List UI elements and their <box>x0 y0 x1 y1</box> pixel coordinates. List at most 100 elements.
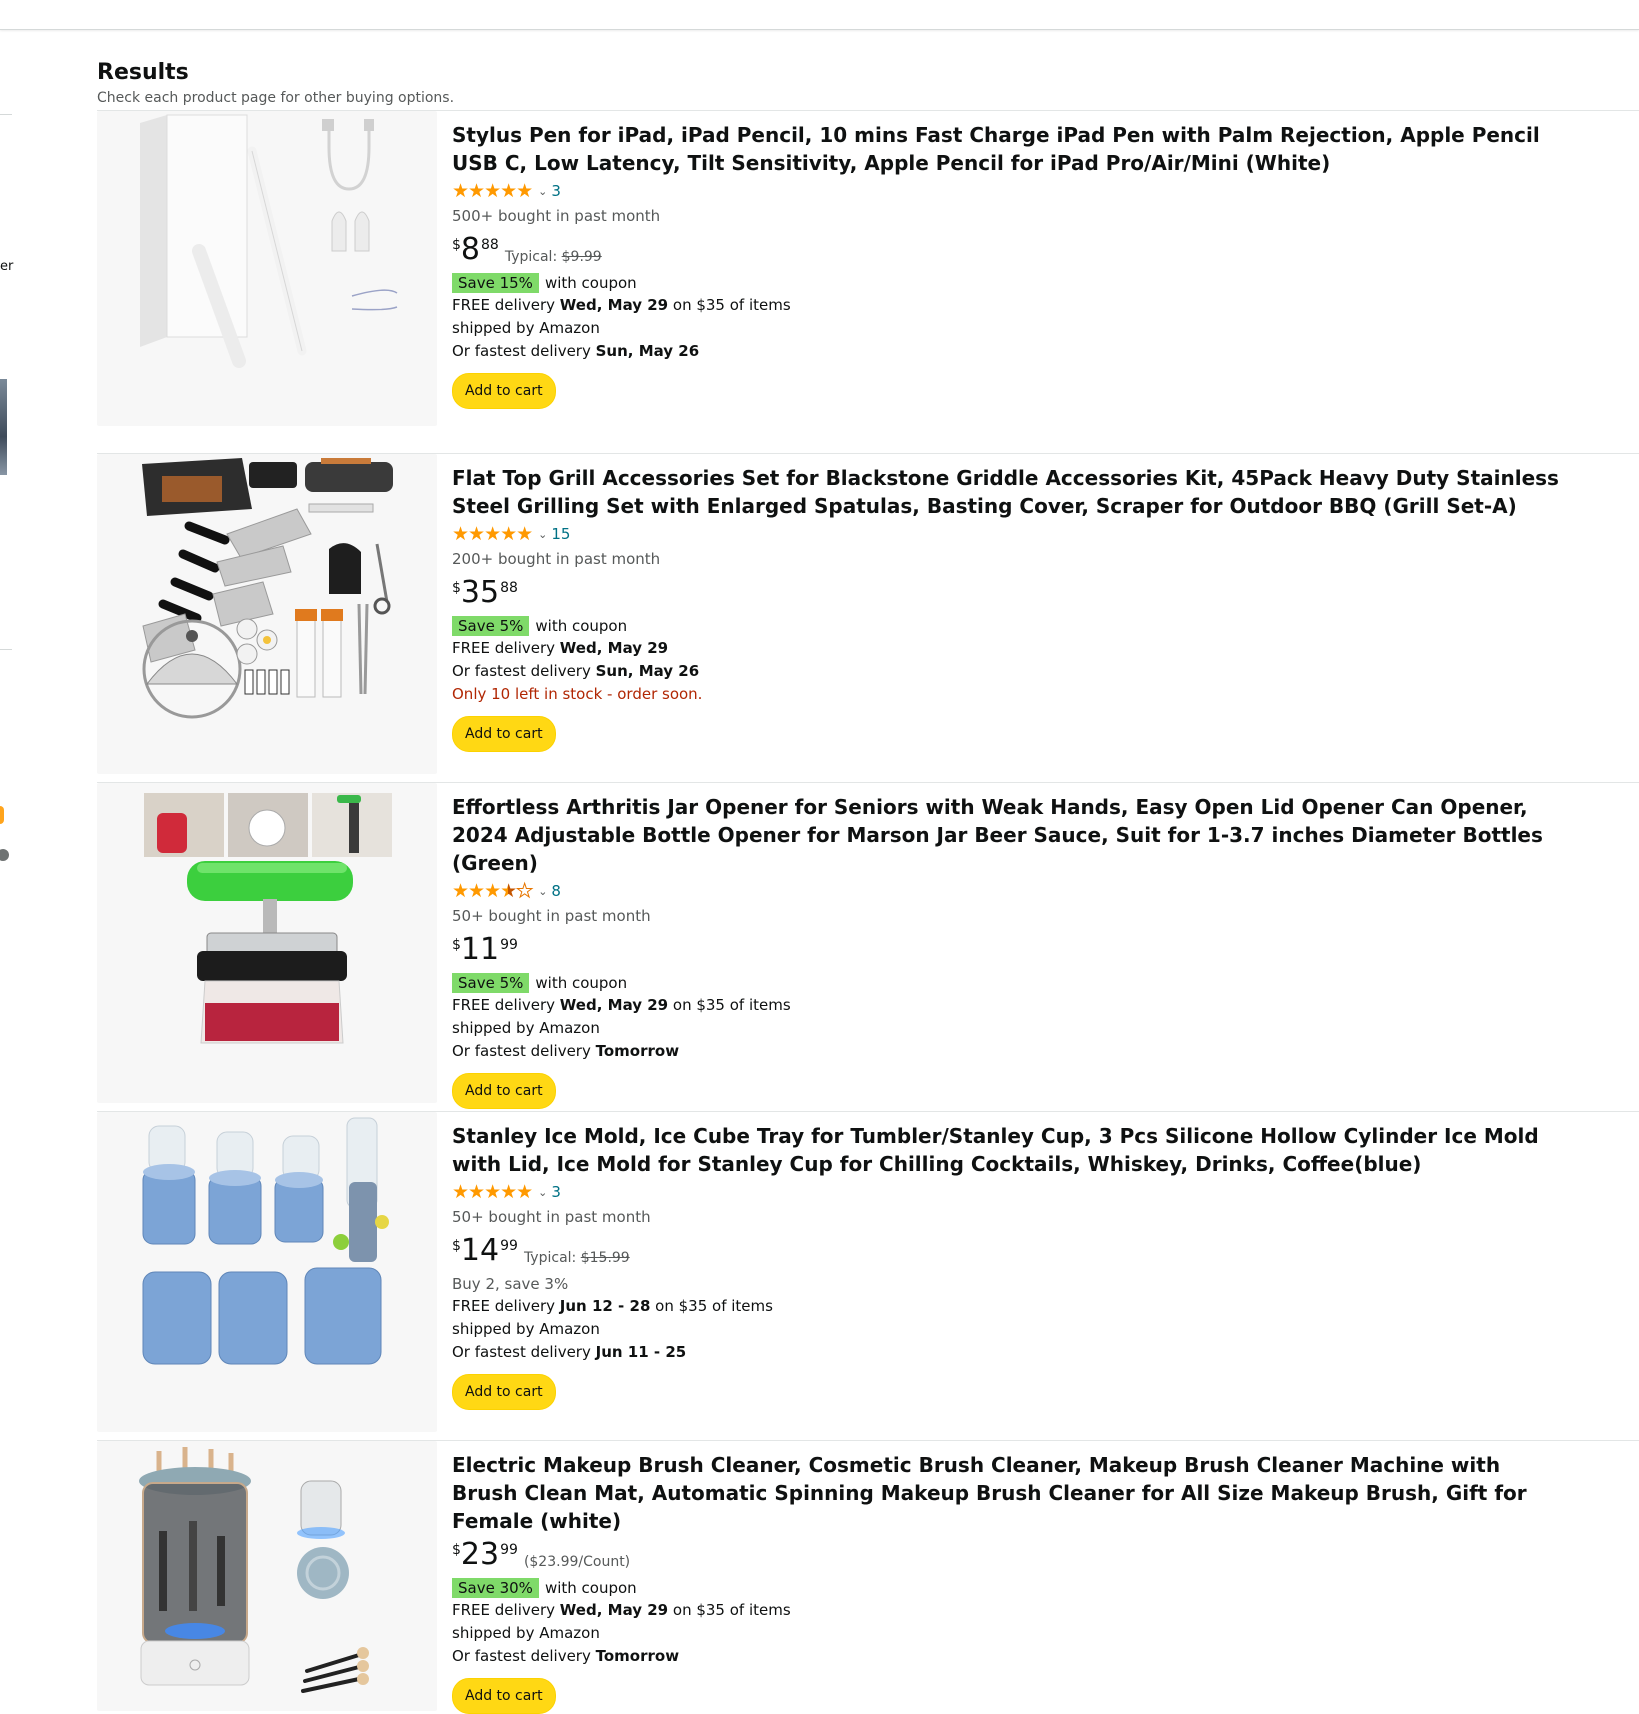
stylus-pen-image <box>140 114 398 368</box>
delivery-suffix: on $35 of items <box>655 1297 773 1315</box>
shipped-by: shipped by Amazon <box>452 1019 600 1037</box>
star-rating-icon[interactable]: ★★★★★ <box>452 881 534 902</box>
typical-price-value: $9.99 <box>561 249 602 265</box>
price[interactable]: $ 14 99 Typical: $15.99 <box>452 1235 1572 1269</box>
product-title[interactable]: Stylus Pen for iPad, iPad Pencil, 10 min… <box>452 121 1572 177</box>
info-icon[interactable] <box>0 849 9 861</box>
results-header: Results Check each product page for othe… <box>97 58 454 106</box>
shipped-by: shipped by Amazon <box>452 319 600 337</box>
product-title[interactable]: Electric Makeup Brush Cleaner, Cosmetic … <box>452 1451 1572 1535</box>
delivery-prefix: FREE delivery <box>452 296 556 314</box>
fastest-prefix: Or fastest delivery <box>452 342 591 360</box>
product-card: Effortless Arthritis Jar Opener for Seni… <box>97 782 1639 1109</box>
price-whole: 11 <box>460 932 500 967</box>
add-to-cart-button[interactable]: Add to cart <box>452 1073 556 1109</box>
fastest-delivery: Or fastest delivery Tomorrow <box>452 1040 1572 1063</box>
typical-price: Typical: $9.99 <box>505 249 602 265</box>
rating[interactable]: ★★★★★ ⌄ 8 <box>452 880 1572 902</box>
shipped-by: shipped by Amazon <box>452 1320 600 1338</box>
rating-count[interactable]: 3 <box>551 182 561 200</box>
product-card: Stanley Ice Mold, Ice Cube Tray for Tumb… <box>97 1111 1639 1432</box>
price-whole: 8 <box>460 232 481 267</box>
coupon-badge: Save 5% <box>452 973 530 993</box>
coupon-row: Save 15% with coupon <box>452 272 1572 294</box>
fastest-date: Jun 11 - 25 <box>595 1343 687 1361</box>
results-title: Results <box>97 60 189 85</box>
delivery-date: Wed, May 29 <box>559 639 669 657</box>
delivery-suffix: on $35 of items <box>672 996 791 1014</box>
fastest-date: Tomorrow <box>595 1647 680 1665</box>
chevron-down-icon[interactable]: ⌄ <box>538 528 547 541</box>
typical-price: Typical: $15.99 <box>524 1250 630 1266</box>
jar-opener-image <box>144 793 392 1044</box>
coupon-suffix: with coupon <box>544 1579 637 1597</box>
coupon-badge: Save 5% <box>452 616 530 636</box>
chevron-down-icon[interactable]: ⌄ <box>538 1186 547 1199</box>
fastest-date: Sun, May 26 <box>595 662 700 680</box>
price[interactable]: $ 11 99 <box>452 934 1572 968</box>
fastest-prefix: Or fastest delivery <box>452 1647 591 1665</box>
price-fraction: 88 <box>481 237 499 253</box>
product-image[interactable] <box>97 1112 437 1432</box>
price[interactable]: $ 35 88 <box>452 577 1572 611</box>
sidebar-partial-image[interactable] <box>0 379 7 475</box>
chevron-down-icon[interactable]: ⌄ <box>538 185 547 198</box>
sidebar-divider <box>0 649 12 650</box>
rating-count[interactable]: 8 <box>551 882 561 900</box>
shipped-by: shipped by Amazon <box>452 1624 600 1642</box>
add-to-cart-button[interactable]: Add to cart <box>452 716 556 752</box>
sidebar-partial-badge <box>0 806 4 824</box>
product-title[interactable]: Stanley Ice Mold, Ice Cube Tray for Tumb… <box>452 1122 1572 1178</box>
coupon-badge: Save 15% <box>452 273 539 293</box>
sidebar-divider <box>0 114 12 115</box>
chevron-down-icon[interactable]: ⌄ <box>538 885 547 898</box>
price-symbol: $ <box>452 937 461 953</box>
delivery-prefix: FREE delivery <box>452 639 556 657</box>
rating[interactable]: ★★★★★ ⌄ 3 <box>452 1181 1572 1203</box>
star-rating-icon[interactable]: ★★★★★ <box>452 524 533 544</box>
add-to-cart-button[interactable]: Add to cart <box>452 1374 556 1410</box>
delivery-date: Jun 12 - 28 <box>559 1297 651 1315</box>
product-title[interactable]: Effortless Arthritis Jar Opener for Seni… <box>452 793 1572 877</box>
fastest-prefix: Or fastest delivery <box>452 1042 591 1060</box>
typical-price-value: $15.99 <box>580 1250 630 1266</box>
rating-count[interactable]: 3 <box>551 1183 561 1201</box>
star-rating-icon[interactable]: ★★★★★ <box>452 1182 533 1202</box>
price-whole: 14 <box>460 1233 500 1268</box>
fastest-delivery: Or fastest delivery Sun, May 26 <box>452 340 1572 363</box>
price[interactable]: $ 23 99 ($23.99/Count) <box>452 1539 1572 1573</box>
fastest-date: Sun, May 26 <box>595 342 700 360</box>
product-card: Stylus Pen for iPad, iPad Pencil, 10 min… <box>97 110 1639 426</box>
stock-warning: Only 10 left in stock - order soon. <box>452 685 703 703</box>
add-to-cart-button[interactable]: Add to cart <box>452 373 556 409</box>
rating[interactable]: ★★★★★ ⌄ 15 <box>452 523 1572 545</box>
product-image[interactable] <box>97 111 437 426</box>
delivery-date: Wed, May 29 <box>559 296 669 314</box>
delivery-prefix: FREE delivery <box>452 996 556 1014</box>
rating-count[interactable]: 15 <box>551 525 570 543</box>
sidebar-partial-label[interactable]: er <box>0 259 13 274</box>
product-title[interactable]: Flat Top Grill Accessories Set for Black… <box>452 464 1572 520</box>
left-filter-sidebar-edge: er <box>0 29 14 1710</box>
bought-count: 200+ bought in past month <box>452 550 661 568</box>
star-rating-icon[interactable]: ★★★★★ <box>452 181 533 201</box>
fastest-delivery: Or fastest delivery Sun, May 26 <box>452 660 1572 683</box>
brush-cleaner-image <box>139 1447 369 1693</box>
unit-price: ($23.99/Count) <box>523 1554 631 1570</box>
add-to-cart-button[interactable]: Add to cart <box>452 1678 556 1714</box>
bought-count: 500+ bought in past month <box>452 207 661 225</box>
rating[interactable]: ★★★★★ ⌄ 3 <box>452 180 1572 202</box>
product-image[interactable] <box>97 783 437 1103</box>
delivery-suffix: on $35 of items <box>672 1601 791 1619</box>
coupon-row: Save 30% with coupon <box>452 1577 1572 1599</box>
product-card: Electric Makeup Brush Cleaner, Cosmetic … <box>97 1440 1639 1714</box>
top-navigation-bar <box>0 0 1639 30</box>
price[interactable]: $ 8 88 Typical: $9.99 <box>452 234 1572 268</box>
product-image[interactable] <box>97 454 437 774</box>
multi-buy-offer: Buy 2, save 3% <box>452 1275 569 1293</box>
fastest-delivery: Or fastest delivery Tomorrow <box>452 1645 1572 1668</box>
fastest-prefix: Or fastest delivery <box>452 662 591 680</box>
product-image[interactable] <box>97 1441 437 1711</box>
coupon-suffix: with coupon <box>544 274 637 292</box>
typical-label: Typical: <box>504 249 558 265</box>
